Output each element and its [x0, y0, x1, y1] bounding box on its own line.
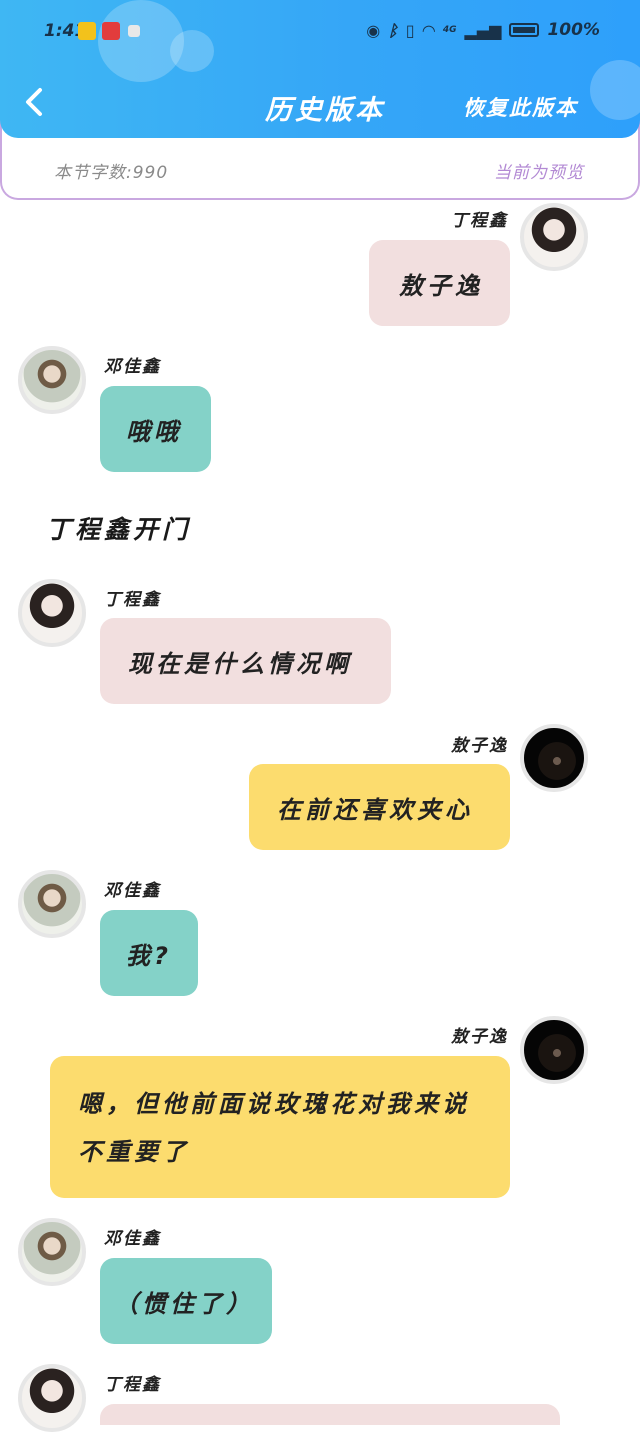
- message-bubble[interactable]: 敖子逸: [369, 240, 510, 326]
- sender-name: 邓佳鑫: [104, 357, 161, 377]
- message-bubble[interactable]: （惯住了）: [100, 1258, 272, 1344]
- message-bubble[interactable]: 哦哦: [100, 386, 211, 472]
- message-bubble[interactable]: 嗯，但他前面说玫瑰花对我来说不重要了: [50, 1056, 510, 1198]
- avatar[interactable]: [520, 203, 588, 271]
- network-type: 4G: [442, 25, 457, 35]
- word-count: 本节字数:990: [54, 163, 169, 183]
- battery-percent: 100%: [547, 20, 600, 40]
- status-icons: ◉ ᛒ ▯ ◠ 4G ▂▄▆ 100%: [366, 20, 600, 40]
- restore-version-button[interactable]: 恢复此版本: [463, 92, 578, 122]
- avatar[interactable]: [18, 346, 86, 414]
- sender-name: 敖子逸: [451, 736, 508, 756]
- weibo-icon: [78, 22, 96, 40]
- avatar[interactable]: [18, 579, 86, 647]
- decor-bubble: [590, 60, 640, 120]
- message-bubble[interactable]: 现在是什么情况啊: [100, 618, 391, 704]
- small-notification-icon: [128, 25, 140, 37]
- avatar[interactable]: [18, 870, 86, 938]
- avatar[interactable]: [18, 1364, 86, 1432]
- avatar[interactable]: [520, 724, 588, 792]
- avatar[interactable]: [520, 1016, 588, 1084]
- sender-name: 邓佳鑫: [104, 1229, 161, 1249]
- app-notification-icon: [102, 22, 120, 40]
- header: 1:41 ◉ ᛒ ▯ ◠ 4G ▂▄▆ 100% 历史版本 恢复此版本: [0, 0, 640, 138]
- sender-name: 丁程鑫: [104, 1375, 161, 1395]
- back-button[interactable]: [22, 84, 46, 120]
- chevron-left-icon: [26, 88, 42, 116]
- avatar[interactable]: [18, 1218, 86, 1286]
- wifi-icon: ◠: [422, 20, 435, 40]
- bluetooth-icon: ᛒ: [388, 20, 398, 40]
- battery-icon: [509, 23, 540, 37]
- message-bubble[interactable]: 我?: [100, 910, 198, 996]
- preview-status: 当前为预览: [494, 163, 584, 183]
- signal-icon: ▂▄▆: [464, 20, 502, 40]
- sender-name: 丁程鑫: [451, 211, 508, 231]
- status-bar: 1:41 ◉ ᛒ ▯ ◠ 4G ▂▄▆ 100%: [0, 18, 640, 48]
- page-title: 历史版本: [265, 95, 385, 126]
- sender-name: 敖子逸: [451, 1027, 508, 1047]
- message-bubble[interactable]: [100, 1404, 560, 1425]
- vibrate-icon: ▯: [405, 20, 415, 40]
- sender-name: 邓佳鑫: [104, 881, 161, 901]
- message-bubble[interactable]: 在前还喜欢夹心: [249, 764, 510, 850]
- eye-icon: ◉: [366, 20, 381, 40]
- narration-text: 丁程鑫开门: [46, 515, 192, 544]
- sender-name: 丁程鑫: [104, 590, 161, 610]
